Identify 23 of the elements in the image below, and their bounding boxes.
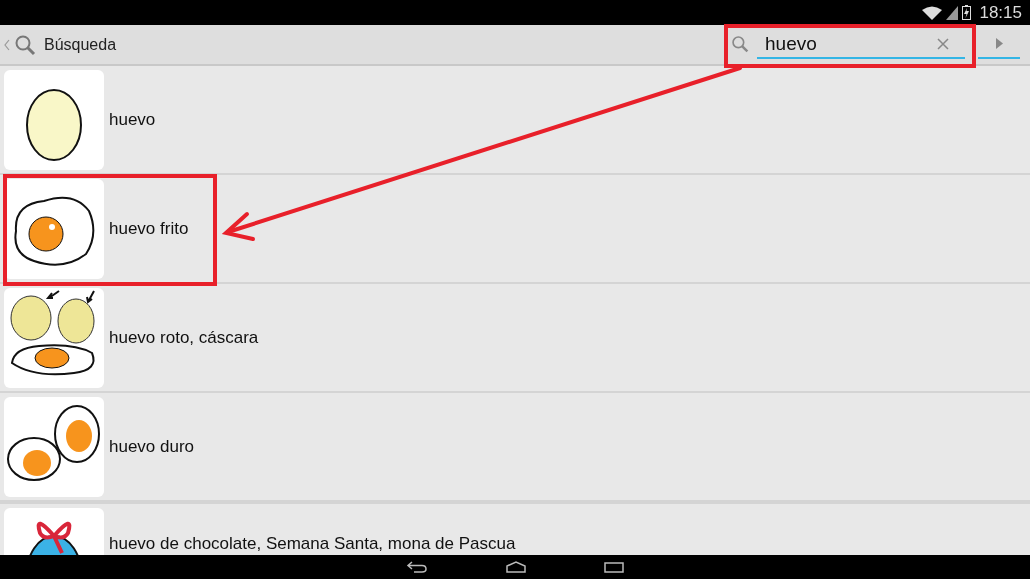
recents-icon[interactable] — [604, 561, 624, 573]
result-label: huevo de chocolate, Semana Santa, mona de Pascua — [109, 532, 516, 555]
result-label: huevo duro — [109, 435, 195, 458]
result-item[interactable]: huevo duro — [0, 393, 1030, 502]
result-item[interactable]: huevo — [0, 66, 1030, 175]
screen-title: Búsqueda — [44, 34, 117, 55]
search-icon — [731, 35, 749, 53]
result-label: huevo roto, cáscara — [109, 326, 259, 349]
result-item[interactable]: huevo roto, cáscara — [0, 284, 1030, 393]
wifi-icon — [922, 5, 943, 20]
result-item[interactable]: huevo frito — [0, 175, 1030, 284]
caret-icon — [4, 38, 10, 51]
signal-icon — [946, 5, 959, 20]
clock-time: 18:15 — [979, 1, 1022, 24]
battery-icon — [962, 5, 972, 20]
result-label: huevo frito — [109, 217, 189, 240]
clear-icon[interactable] — [937, 38, 949, 50]
back-icon[interactable] — [406, 561, 428, 573]
result-label: huevo — [109, 108, 156, 131]
search-field[interactable]: huevo — [765, 29, 935, 59]
play-icon — [995, 37, 1003, 49]
search-icon — [14, 33, 36, 56]
home-icon[interactable] — [506, 561, 526, 573]
